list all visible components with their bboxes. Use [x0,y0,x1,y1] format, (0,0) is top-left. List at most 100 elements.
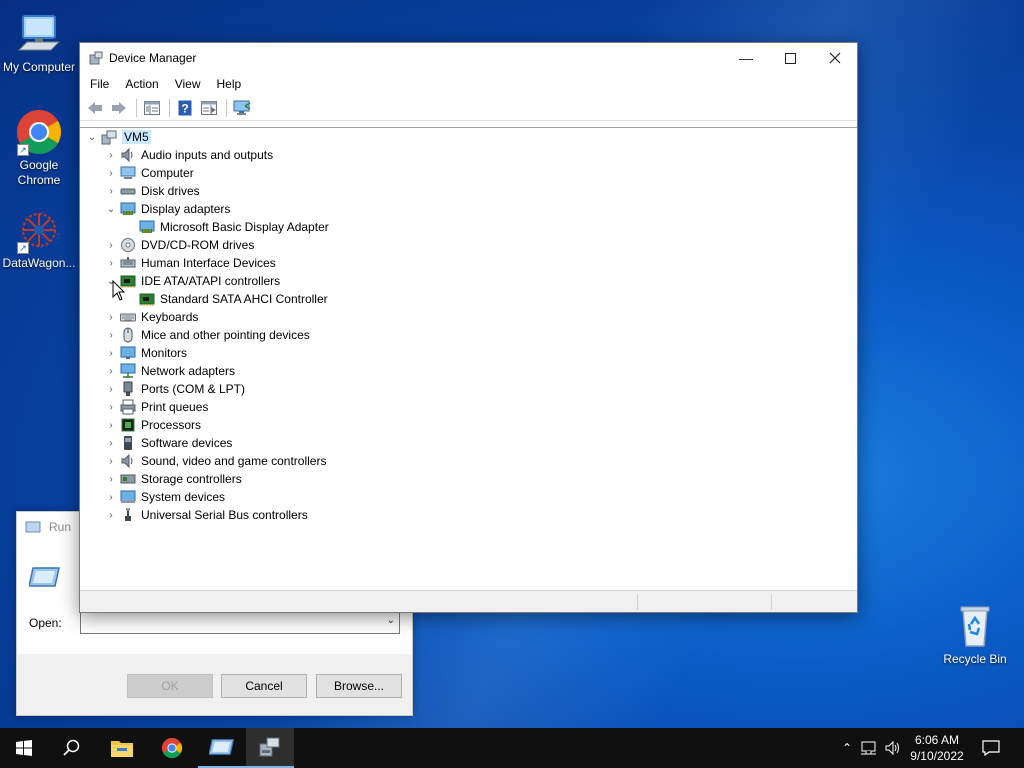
desktop-icon-label: Google Chrome [17,158,61,187]
computer-icon [120,166,136,179]
mouse-icon [123,327,133,343]
network-icon [120,363,136,378]
chevron-right-icon[interactable]: › [104,452,118,470]
tree-category[interactable]: › Audio inputs and outputs [104,146,273,164]
tree-category[interactable]: › Processors [104,416,201,434]
tree-category[interactable]: › Human Interface Devices [104,254,275,272]
tree-device-label: Microsoft Basic Display Adapter [160,220,329,234]
minimize-button[interactable]: — [723,43,769,73]
chevron-right-icon[interactable]: › [104,344,118,362]
action-center-button[interactable] [970,728,1012,768]
maximize-button[interactable] [767,43,813,73]
chevron-right-icon[interactable]: › [104,236,118,254]
tree-category[interactable]: › Storage controllers [104,470,241,488]
tree-device[interactable]: Microsoft Basic Display Adapter [137,218,329,236]
menu-action[interactable]: Action [117,73,166,95]
status-divider [637,594,638,610]
tree-category[interactable]: › Computer [104,164,193,182]
action-pane-button[interactable] [198,97,220,119]
recycle-bin-icon [951,602,999,650]
browse-button[interactable]: Browse... [316,674,402,698]
software-device-icon [124,436,132,450]
tree-category[interactable]: › Ports (COM & LPT) [104,380,245,398]
port-icon [123,381,133,396]
device-manager-icon [89,51,103,65]
chevron-up-icon[interactable]: ⌃ [838,741,856,755]
tree-category[interactable]: › Print queues [104,398,208,416]
tree-category[interactable]: › Network adapters [104,362,235,380]
chevron-down-icon[interactable]: ⌄ [104,200,118,218]
device-manager-window[interactable]: Device Manager — File Action View Help ? [79,42,858,613]
clock-time: 6:06 AM [914,733,960,747]
tree-category[interactable]: › Monitors [104,344,187,362]
taskbar-device-manager[interactable] [246,728,294,768]
chevron-right-icon[interactable]: › [104,398,118,416]
device-tree[interactable]: ⌄ VM5 › Audio inputs and outputs › Computer… [80,127,857,589]
storage-controller-icon [120,474,136,484]
tree-category[interactable]: › Mice and other pointing devices [104,326,310,344]
chevron-right-icon[interactable]: › [104,182,118,200]
desktop-icon-my-computer[interactable]: My Computer [1,10,77,75]
taskbar: ⌃ 6:06 AM 9/10/2022 [0,728,1024,768]
tree-category[interactable]: › DVD/CD-ROM drives [104,236,254,254]
search-button[interactable] [48,728,96,768]
back-button[interactable] [84,97,106,119]
monitor-icon [15,10,63,58]
chevron-right-icon[interactable]: › [104,416,118,434]
taskbar-file-explorer[interactable] [98,728,146,768]
tree-category-label: Print queues [141,400,209,414]
scan-hardware-button[interactable] [231,97,253,119]
show-hide-console-tree-button[interactable] [141,97,163,119]
tree-category[interactable]: › Disk drives [104,182,199,200]
tree-root[interactable]: ⌄ VM5 [85,128,151,146]
tree-category[interactable]: › Software devices [104,434,232,452]
chevron-right-icon[interactable]: › [104,362,118,380]
taskbar-run[interactable] [198,728,246,768]
menu-file[interactable]: File [82,73,117,95]
chevron-right-icon[interactable]: › [104,308,118,326]
start-button[interactable] [0,728,48,768]
close-button[interactable] [812,43,858,73]
ok-button[interactable]: OK [127,674,213,698]
cancel-button[interactable]: Cancel [221,674,307,698]
tree-category[interactable]: › Universal Serial Bus controllers [104,506,308,524]
help-button[interactable]: ? [174,97,196,119]
tree-category[interactable]: › Keyboards [104,308,198,326]
tree-device[interactable]: Standard SATA AHCI Controller [137,290,328,308]
chevron-right-icon[interactable]: › [104,164,118,182]
chevron-right-icon[interactable]: › [104,434,118,452]
chevron-right-icon[interactable]: › [104,326,118,344]
view-pane-icon [201,100,217,115]
device-manager-icon [259,737,280,757]
network-icon[interactable] [860,740,878,756]
chevron-right-icon[interactable]: › [104,488,118,506]
clock[interactable]: 6:06 AM 9/10/2022 [902,732,972,764]
desktop-icon-recycle-bin[interactable]: Recycle Bin [937,602,1013,667]
chevron-right-icon[interactable]: › [104,470,118,488]
computer-root-icon [101,130,117,145]
desktop-icon-google-chrome[interactable]: ↗ Google Chrome [1,108,77,188]
desktop-icon-label: Recycle Bin [943,652,1007,666]
chevron-right-icon[interactable]: › [104,146,118,164]
chevron-right-icon[interactable]: › [104,380,118,398]
chevron-down-icon[interactable]: ⌄ [85,128,99,146]
tree-category[interactable]: › System devices [104,488,225,506]
chevron-right-icon[interactable]: › [104,254,118,272]
tree-category[interactable]: ⌄ IDE ATA/ATAPI controllers [104,272,280,290]
tree-category[interactable]: ⌄ Display adapters [104,200,231,218]
menu-view[interactable]: View [167,73,209,95]
menu-help[interactable]: Help [209,73,250,95]
tree-category[interactable]: › Sound, video and game controllers [104,452,326,470]
chevron-down-icon[interactable]: ⌄ [387,615,395,626]
maximize-icon [784,52,796,64]
device-manager-titlebar[interactable]: Device Manager — [80,43,857,73]
tree-category-label: IDE ATA/ATAPI controllers [141,274,281,288]
toolbar-separator [136,98,137,117]
forward-button[interactable] [108,97,130,119]
chevron-right-icon[interactable]: › [104,506,118,524]
open-combobox[interactable]: ⌄ [80,610,400,634]
run-title: Run [49,520,72,534]
volume-icon[interactable] [884,740,902,756]
desktop-icon-datawagon[interactable]: ↗ DataWagon... [1,206,77,271]
taskbar-chrome[interactable] [148,728,196,768]
